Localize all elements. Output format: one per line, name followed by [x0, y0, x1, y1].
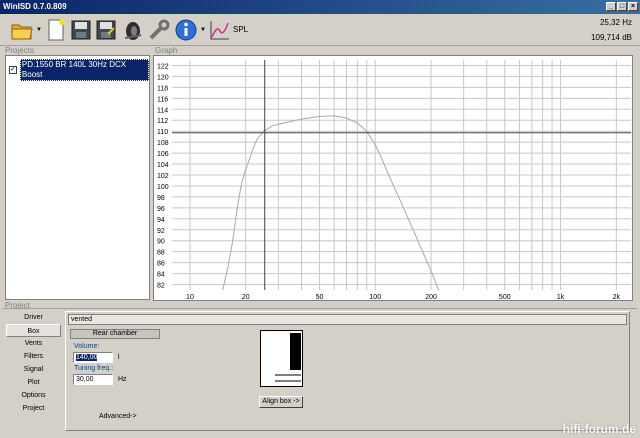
y-tick-label: 82 [157, 283, 165, 290]
tab-driver[interactable]: Driver [6, 311, 61, 324]
box-type-select[interactable]: vented [68, 314, 627, 325]
info-icon[interactable] [174, 18, 198, 42]
y-tick-label: 98 [157, 195, 165, 202]
tuning-label: Tuning freq.: [74, 365, 114, 372]
info-dropdown-arrow[interactable]: ▼ [200, 26, 206, 34]
tab-options[interactable]: Options [6, 389, 61, 402]
y-tick-label: 100 [157, 184, 169, 191]
speaker-box-icon [275, 333, 301, 382]
y-tick-label: 110 [157, 129, 168, 136]
volume-label: Volume: [74, 343, 100, 350]
open-dropdown-arrow[interactable]: ▼ [36, 26, 42, 34]
y-tick-label: 106 [157, 151, 169, 158]
close-button[interactable]: × [628, 2, 638, 11]
driver-editor-icon[interactable] [121, 18, 145, 42]
y-tick-label: 114 [157, 107, 168, 114]
spl-chart-icon[interactable] [208, 18, 232, 42]
tab-vents[interactable]: Vents [6, 337, 61, 350]
x-tick-label: 100 [369, 294, 381, 300]
x-tick-label: 1k [557, 294, 565, 300]
y-tick-label: 94 [157, 217, 165, 224]
x-tick-label: 50 [316, 294, 324, 300]
main-window: WinISD 0.7.0.809 _ □ × ▼ ▼ SPL 25,32 Hz … [0, 0, 640, 438]
y-tick-label: 92 [157, 228, 165, 235]
tab-plot[interactable]: Plot [6, 376, 61, 389]
tuning-input[interactable]: 30,00 [73, 374, 113, 385]
project-checkbox[interactable]: ✓ [9, 66, 17, 74]
volume-input[interactable]: 140,00 [73, 352, 113, 363]
tab-box[interactable]: Box [6, 324, 61, 337]
frequency-readout: 25,32 Hz [599, 18, 632, 27]
spl-label[interactable]: SPL [233, 25, 248, 34]
y-tick-label: 88 [157, 250, 165, 257]
y-tick-label: 90 [157, 239, 165, 246]
y-tick-label: 102 [157, 173, 169, 180]
watermark: hifi-forum.de [562, 422, 636, 436]
x-tick-label: 2k [613, 294, 621, 300]
graph-panel[interactable]: 122 120 118 116 114 112 110 108 106 104 102 100 98 96… [153, 55, 633, 301]
tab-filters[interactable]: Filters [6, 350, 61, 363]
minimize-button[interactable]: _ [606, 2, 616, 11]
align-box-button[interactable]: Align box -> [259, 396, 303, 408]
x-tick-label: 200 [425, 294, 437, 300]
x-tick-label: 20 [242, 294, 250, 300]
project-panel: Driver Box Vents Filters Signal Plot Opt… [3, 308, 637, 435]
advanced-button[interactable]: Advanced-> [99, 413, 137, 420]
y-tick-label: 120 [157, 74, 169, 81]
window-title: WinISD 0.7.0.809 [3, 2, 67, 11]
box-tab-content: vented Rear chamber Volume: 140,00 l Tun… [65, 311, 630, 431]
volume-unit: l [118, 354, 120, 361]
list-item[interactable]: ✓ PD.1550 BR 140L 30Hz DCX Boost [9, 59, 149, 81]
tuning-unit: Hz [118, 376, 127, 383]
x-tick-label: 10 [186, 294, 194, 300]
project-name[interactable]: PD.1550 BR 140L 30Hz DCX Boost [19, 59, 149, 81]
graph-label: Graph [155, 46, 178, 55]
toolbar: ▼ ▼ SPL 25,32 Hz 109,714 dB [0, 14, 640, 46]
title-bar: WinISD 0.7.0.809 _ □ × [0, 0, 640, 14]
tools-icon[interactable] [147, 18, 171, 42]
y-tick-label: 96 [157, 206, 165, 213]
tab-signal[interactable]: Signal [6, 363, 61, 376]
projects-list[interactable]: ✓ PD.1550 BR 140L 30Hz DCX Boost [5, 55, 150, 300]
box-diagram [260, 330, 303, 387]
y-tick-label: 112 [157, 118, 168, 125]
save-icon[interactable] [69, 18, 93, 42]
projects-label: Projects [5, 46, 34, 55]
tab-project[interactable]: Project [6, 402, 61, 415]
level-readout: 109,714 dB [591, 33, 632, 42]
save-as-icon[interactable] [94, 18, 118, 42]
open-folder-icon[interactable] [10, 18, 34, 42]
new-document-icon[interactable] [44, 18, 68, 42]
y-tick-label: 118 [157, 85, 168, 92]
y-tick-label: 116 [157, 96, 168, 103]
spl-chart[interactable]: 122 120 118 116 114 112 110 108 106 104 102 100 98 96… [154, 56, 632, 301]
maximize-button[interactable]: □ [617, 2, 627, 11]
y-tick-label: 108 [157, 140, 169, 147]
y-tick-label: 104 [157, 162, 169, 169]
y-tick-label: 122 [157, 63, 169, 70]
y-tick-label: 86 [157, 261, 165, 268]
x-tick-label: 500 [499, 294, 511, 300]
y-tick-label: 84 [157, 272, 165, 279]
rear-chamber-header[interactable]: Rear chamber [70, 329, 160, 339]
